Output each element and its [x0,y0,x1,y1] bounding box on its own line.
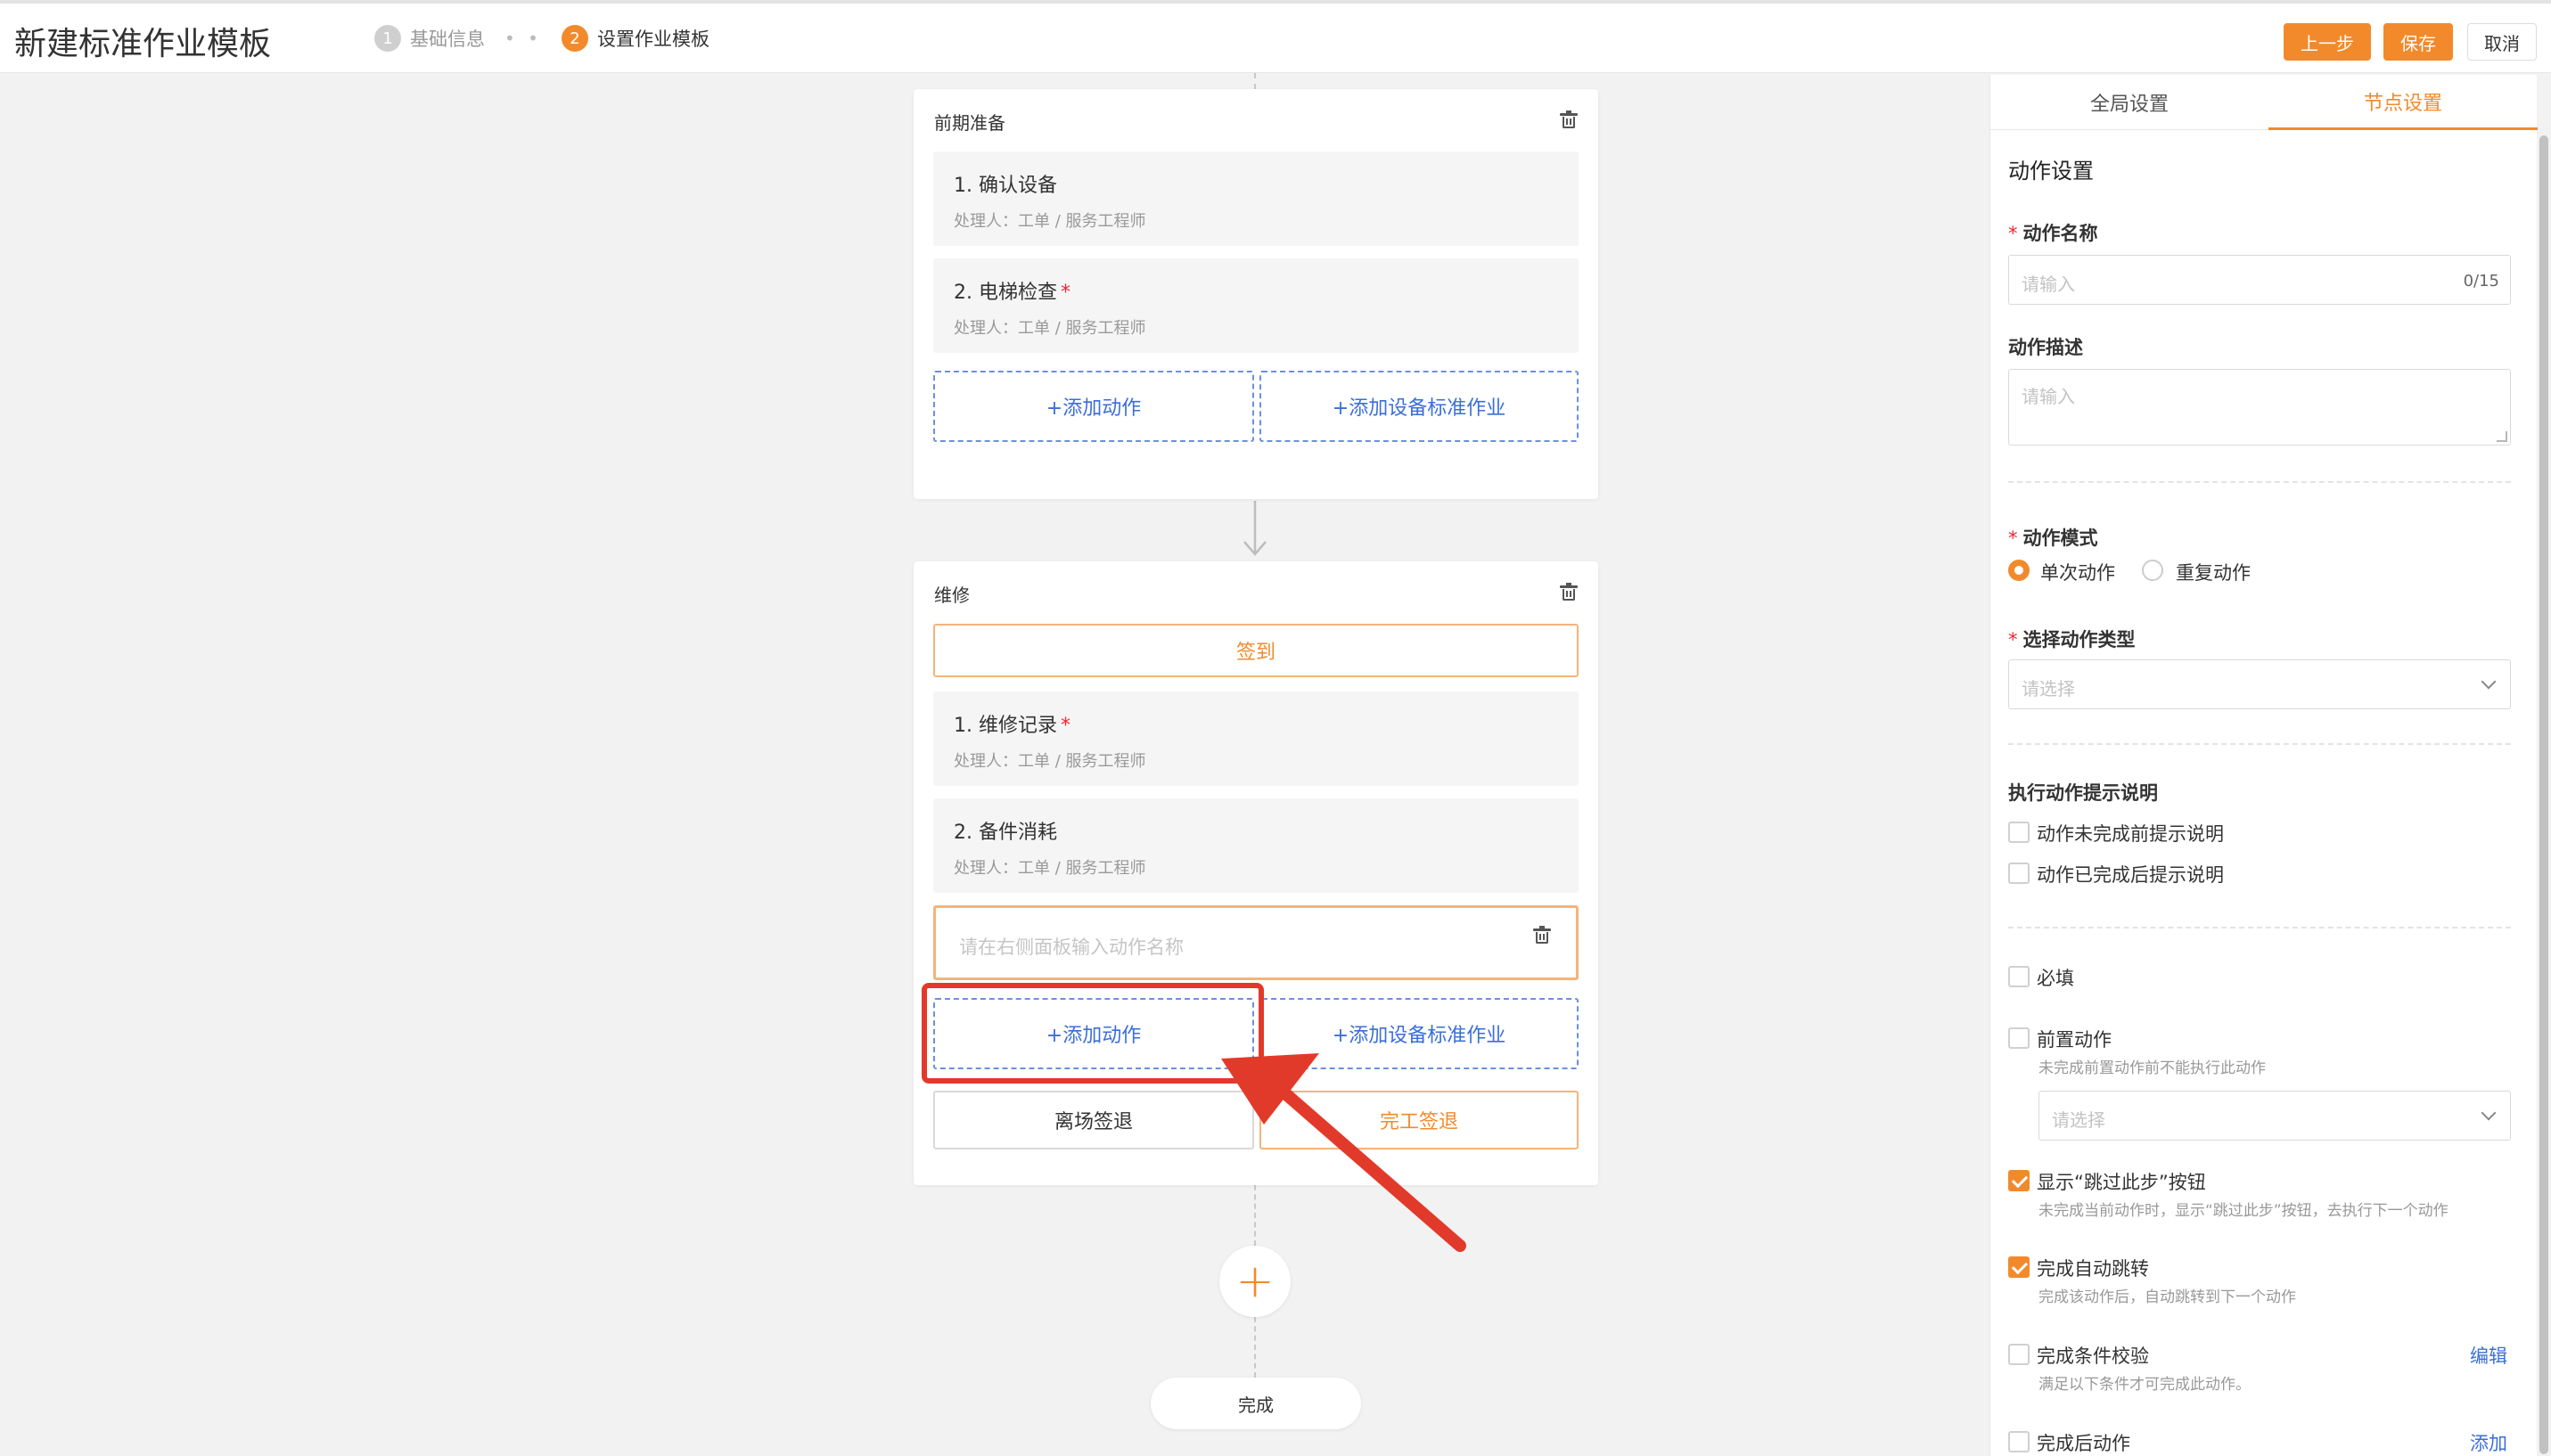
radio-single-action[interactable] [2008,560,2030,581]
divider [2008,927,2511,928]
chevron-down-icon [2481,1105,2497,1121]
tab-global-settings[interactable]: 全局设置 [1990,75,2268,130]
connector-top [1254,73,1256,89]
checkbox-hint-before[interactable] [2008,822,2030,843]
action-type-select[interactable]: 请选择 [2008,659,2511,709]
condition-edit-link[interactable]: 编辑 [2470,1342,2507,1369]
hint-before-label[interactable]: 动作未完成前提示说明 [2037,820,2224,847]
arrow-down-icon [1243,501,1267,556]
step-2-number: 2 [561,25,588,52]
post-action-label[interactable]: 完成后动作 [2037,1429,2130,1456]
stage-title: 维修 [934,585,970,606]
step-1-number: 1 [374,25,401,52]
radio-repeat-label[interactable]: 重复动作 [2176,559,2251,585]
condition-check-hint: 满足以下条件才可完成此动作。 [2038,1376,2251,1394]
action-name: 2. 备件消耗 [954,822,1057,844]
checkbox-required[interactable] [2008,966,2030,987]
action-name-placeholder: 请输入 [2022,274,2075,295]
action-type-placeholder: 请选择 [2022,678,2075,699]
checkbox-post-action[interactable] [2008,1431,2030,1452]
post-action-add-link[interactable]: 添加 [2470,1429,2507,1456]
stage-title: 前期准备 [934,112,1005,134]
hint-section-title: 执行动作提示说明 [2008,782,2158,804]
leave-checkout-button[interactable]: 离场签退 [933,1091,1254,1149]
resize-handle-icon[interactable] [2497,431,2507,442]
tab-node-settings[interactable]: 节点设置 [2268,75,2538,130]
step-separator: • • [504,28,542,49]
new-action-placeholder: 请在右侧面板输入动作名称 [959,937,1184,958]
prev-step-button[interactable]: 上一步 [2284,23,2371,61]
step-1-label[interactable]: 基础信息 [410,25,485,52]
stage-card-prep[interactable]: 前期准备 1. 确认设备 处理人：工单 / 服务工程师 2. 电梯检查 * 处理人… [914,89,1598,499]
section-title: 动作设置 [2008,159,2094,184]
trash-icon[interactable] [1560,583,1578,601]
add-action-button[interactable]: +添加动作 [933,371,1254,442]
action-handler: 处理人：工单 / 服务工程师 [954,752,1146,771]
checkbox-auto-jump[interactable] [2008,1256,2030,1278]
checkin-button[interactable]: 签到 [933,624,1579,677]
auto-jump-hint: 完成该动作后，自动跳转到下一个动作 [2038,1288,2296,1306]
skip-button-hint: 未完成当前动作时，显示“跳过此步”按钮，去执行下一个动作 [2038,1202,2448,1220]
action-type-label: * 选择动作类型 [2008,629,2136,650]
trash-icon[interactable] [1533,926,1551,944]
action-desc-label: 动作描述 [2008,337,2083,358]
panel-tabs: 全局设置 节点设置 [1990,75,2538,130]
radio-repeat-action[interactable] [2142,560,2163,581]
checkbox-hint-after[interactable] [2008,863,2030,884]
checkbox-skip-button[interactable] [2008,1170,2030,1191]
condition-check-label[interactable]: 完成条件校验 [2037,1342,2149,1369]
action-handler: 处理人：工单 / 服务工程师 [954,859,1146,878]
pre-action-select[interactable]: 请选择 [2038,1091,2511,1141]
char-count: 0/15 [2463,272,2499,290]
page-title: 新建标准作业模板 [14,26,272,62]
action-desc-placeholder: 请输入 [2022,386,2075,407]
hint-after-label[interactable]: 动作已完成后提示说明 [2037,861,2224,888]
annotation-arrow-icon [1221,1053,1466,1252]
pre-action-hint: 未完成前置动作前不能执行此动作 [2038,1059,2266,1077]
radio-single-label[interactable]: 单次动作 [2040,559,2115,585]
action-name-label: * 动作名称 [2008,223,2098,244]
add-device-sop-button[interactable]: +添加设备标准作业 [1259,371,1579,442]
cancel-button[interactable]: 取消 [2467,23,2537,61]
skip-button-label[interactable]: 显示“跳过此步”按钮 [2037,1168,2206,1195]
step-indicator: 1 基础信息 • • 2 设置作业模板 [374,25,710,52]
action-mode-label: * 动作模式 [2008,528,2098,549]
checkbox-condition-check[interactable] [2008,1344,2030,1365]
checkbox-pre-action[interactable] [2008,1027,2030,1049]
action-name-input[interactable]: 请输入 0/15 [2008,255,2511,305]
finish-node: 完成 [1151,1378,1361,1429]
trash-icon[interactable] [1560,110,1578,128]
chevron-down-icon [2481,674,2497,690]
top-header: 新建标准作业模板 1 基础信息 • • 2 设置作业模板 上一步 保存 取消 [0,0,2551,73]
save-button[interactable]: 保存 [2383,23,2453,61]
pre-action-placeholder: 请选择 [2052,1109,2105,1131]
action-handler: 处理人：工单 / 服务工程师 [954,212,1146,231]
step-2-label[interactable]: 设置作业模板 [597,25,710,52]
action-name: 2. 电梯检查 * [954,282,1070,304]
scrollbar-thumb[interactable] [2539,135,2548,1454]
action-handler: 处理人：工单 / 服务工程师 [954,319,1146,338]
auto-jump-label[interactable]: 完成自动跳转 [2037,1255,2149,1281]
required-label[interactable]: 必填 [2037,964,2074,991]
action-desc-textarea[interactable]: 请输入 [2008,369,2511,446]
new-action-item[interactable]: 请在右侧面板输入动作名称 [933,905,1579,980]
pre-action-label[interactable]: 前置动作 [2037,1026,2112,1052]
settings-panel: 全局设置 节点设置 动作设置 * 动作名称 请输入 0/15 动作描述 请输入 *… [1989,75,2538,1456]
action-item[interactable]: 1. 维修记录 * 处理人：工单 / 服务工程师 [933,691,1579,786]
action-name: 1. 确认设备 [954,175,1057,197]
divider [2008,481,2511,483]
action-item[interactable]: 2. 电梯检查 * 处理人：工单 / 服务工程师 [933,258,1579,353]
add-stage-button[interactable]: + [1219,1246,1291,1317]
action-name: 1. 维修记录 * [954,715,1070,737]
connector-bottom-2 [1254,1317,1256,1378]
divider [2008,743,2511,745]
action-item[interactable]: 2. 备件消耗 处理人：工单 / 服务工程师 [933,798,1579,893]
action-item[interactable]: 1. 确认设备 处理人：工单 / 服务工程师 [933,151,1579,246]
